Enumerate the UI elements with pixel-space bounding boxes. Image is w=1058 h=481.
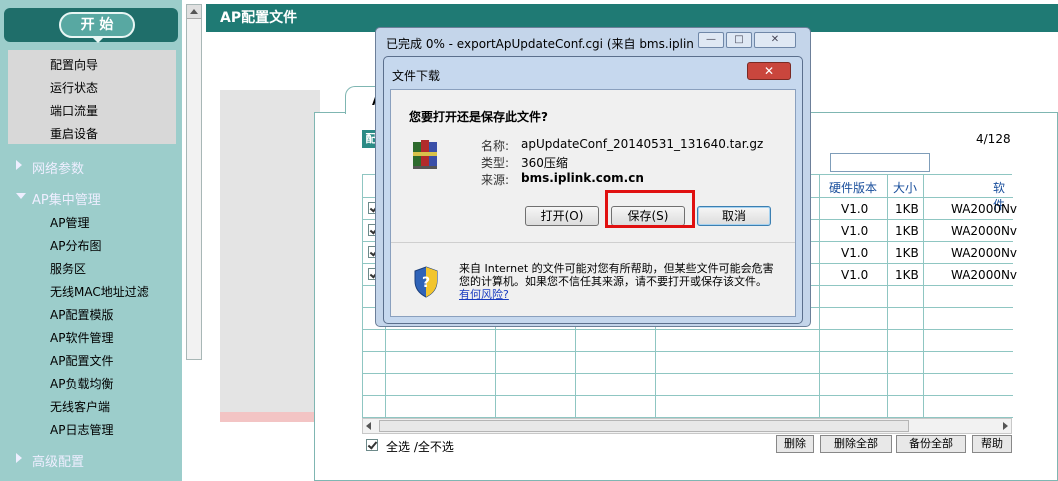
table-cell: V1.0 bbox=[841, 224, 869, 238]
search-input[interactable] bbox=[830, 153, 930, 172]
main-background bbox=[220, 90, 320, 420]
horizontal-scrollbar[interactable] bbox=[362, 418, 1012, 434]
sidebar-group-network[interactable]: 网络参数 bbox=[16, 158, 85, 177]
sidebar-item-ap-manage[interactable]: AP管理 bbox=[50, 214, 89, 231]
column-header-hw-version: 硬件版本 bbox=[829, 181, 878, 195]
sidebar-item-run-status[interactable]: 运行状态 bbox=[50, 79, 98, 96]
sidebar-item-ap-template[interactable]: AP配置模版 bbox=[50, 306, 113, 323]
group-label: AP集中管理 bbox=[32, 193, 101, 208]
start-button[interactable]: 开 始 bbox=[59, 12, 135, 38]
main-background-strip bbox=[220, 412, 320, 422]
collapse-arrow-icon bbox=[16, 193, 26, 199]
sidebar-item-ap-map[interactable]: AP分布图 bbox=[50, 237, 101, 254]
table-cell: 1KB bbox=[895, 202, 919, 216]
sidebar-item-reboot[interactable]: 重启设备 bbox=[50, 125, 98, 142]
risk-link[interactable]: 有何风险? bbox=[459, 288, 509, 301]
scroll-left-icon[interactable] bbox=[366, 422, 371, 430]
sidebar-item-ap-log[interactable]: AP日志管理 bbox=[50, 421, 113, 438]
close-icon[interactable]: ✕ bbox=[747, 62, 791, 80]
cancel-button[interactable]: 取消 bbox=[697, 206, 771, 226]
scroll-thumb[interactable] bbox=[379, 420, 909, 432]
select-all-checkbox[interactable] bbox=[366, 439, 378, 451]
start-bar: 开 始 bbox=[4, 8, 178, 43]
table-cell: WA2000Nv bbox=[951, 268, 1018, 282]
expand-arrow-icon bbox=[16, 160, 22, 170]
divider bbox=[391, 242, 795, 243]
warning-text: 来自 Internet 的文件可能对您有所帮助，但某些文件可能会危害您的计算机。… bbox=[459, 262, 774, 288]
save-button[interactable]: 保存(S) bbox=[611, 206, 685, 226]
column-header-size: 大小 bbox=[893, 181, 918, 195]
open-button[interactable]: 打开(O) bbox=[525, 206, 599, 226]
security-warning: 来自 Internet 的文件可能对您有所帮助，但某些文件可能会危害您的计算机。… bbox=[459, 262, 779, 301]
file-type: 360压缩 bbox=[521, 156, 568, 170]
table-cell: WA2000Nv bbox=[951, 246, 1018, 260]
file-download-dialog: 文件下载 ✕ 您要打开还是保存此文件? 名称: apUpdateConf_201… bbox=[383, 56, 803, 324]
sidebar-item-port-traffic[interactable]: 端口流量 bbox=[50, 102, 98, 119]
help-button[interactable]: 帮助 bbox=[972, 435, 1012, 453]
delete-all-button[interactable]: 删除全部 bbox=[820, 435, 892, 453]
dialog-body: 您要打开还是保存此文件? 名称: apUpdateConf_20140531_1… bbox=[390, 89, 796, 317]
backup-all-button[interactable]: 备份全部 bbox=[896, 435, 966, 453]
dialog-question: 您要打开还是保存此文件? bbox=[409, 110, 548, 124]
chevron-down-icon bbox=[92, 37, 104, 43]
window-title: 已完成 0% - exportApUpdateConf.cgi (来自 bms.… bbox=[386, 37, 694, 51]
file-name: apUpdateConf_20140531_131640.tar.gz bbox=[521, 137, 764, 151]
sidebar-item-ap-config-file[interactable]: AP配置文件 bbox=[50, 352, 113, 369]
name-label: 名称: bbox=[481, 139, 510, 153]
sidebar-item-service-area[interactable]: 服务区 bbox=[50, 260, 86, 277]
page-count: 4/128 bbox=[976, 132, 1011, 146]
sidebar-item-mac-filter[interactable]: 无线MAC地址过滤 bbox=[50, 283, 149, 300]
maximize-icon[interactable]: □ bbox=[726, 32, 752, 48]
table-cell: V1.0 bbox=[841, 246, 869, 260]
sidebar-group-advanced[interactable]: 高级配置 bbox=[16, 451, 85, 470]
security-shield-icon: ? bbox=[414, 266, 438, 298]
archive-file-icon bbox=[413, 140, 437, 169]
sidebar: 开 始 配置向导 运行状态 端口流量 重启设备 网络参数 AP集中管理 AP管理… bbox=[0, 0, 182, 481]
expand-arrow-icon bbox=[16, 453, 22, 463]
table-cell: 1KB bbox=[895, 268, 919, 282]
table-cell: V1.0 bbox=[841, 268, 869, 282]
sidebar-item-setup-wizard[interactable]: 配置向导 bbox=[50, 56, 98, 73]
group-label: 网络参数 bbox=[32, 162, 85, 177]
table-cell: V1.0 bbox=[841, 202, 869, 216]
select-all-label[interactable]: 全选 /全不选 bbox=[386, 438, 454, 455]
svg-text:?: ? bbox=[422, 275, 430, 291]
screen: 开 始 配置向导 运行状态 端口流量 重启设备 网络参数 AP集中管理 AP管理… bbox=[0, 0, 1058, 481]
sidebar-item-wireless-client[interactable]: 无线客户端 bbox=[50, 398, 110, 415]
table-cell: 1KB bbox=[895, 224, 919, 238]
scroll-right-icon[interactable] bbox=[1003, 422, 1008, 430]
type-label: 类型: bbox=[481, 156, 510, 170]
sidebar-item-ap-software[interactable]: AP软件管理 bbox=[50, 329, 113, 346]
delete-button[interactable]: 删除 bbox=[776, 435, 814, 453]
sidebar-item-ap-load-balance[interactable]: AP负载均衡 bbox=[50, 375, 113, 392]
file-source: bms.iplink.com.cn bbox=[521, 171, 644, 185]
table-cell: WA2000Nv bbox=[951, 224, 1018, 238]
system-panel: 配置向导 运行状态 端口流量 重启设备 bbox=[8, 50, 176, 144]
group-label: 高级配置 bbox=[32, 455, 85, 470]
minimize-icon[interactable]: — bbox=[698, 32, 724, 48]
close-icon[interactable]: ✕ bbox=[754, 32, 796, 48]
source-label: 来源: bbox=[481, 173, 510, 187]
sidebar-group-ap[interactable]: AP集中管理 bbox=[16, 189, 101, 208]
dialog-title: 文件下载 bbox=[392, 69, 441, 83]
sidebar-scrollbar[interactable] bbox=[186, 4, 202, 360]
table-cell: 1KB bbox=[895, 246, 919, 260]
scroll-up-icon[interactable] bbox=[187, 5, 201, 19]
table-cell: WA2000Nv bbox=[951, 202, 1018, 216]
